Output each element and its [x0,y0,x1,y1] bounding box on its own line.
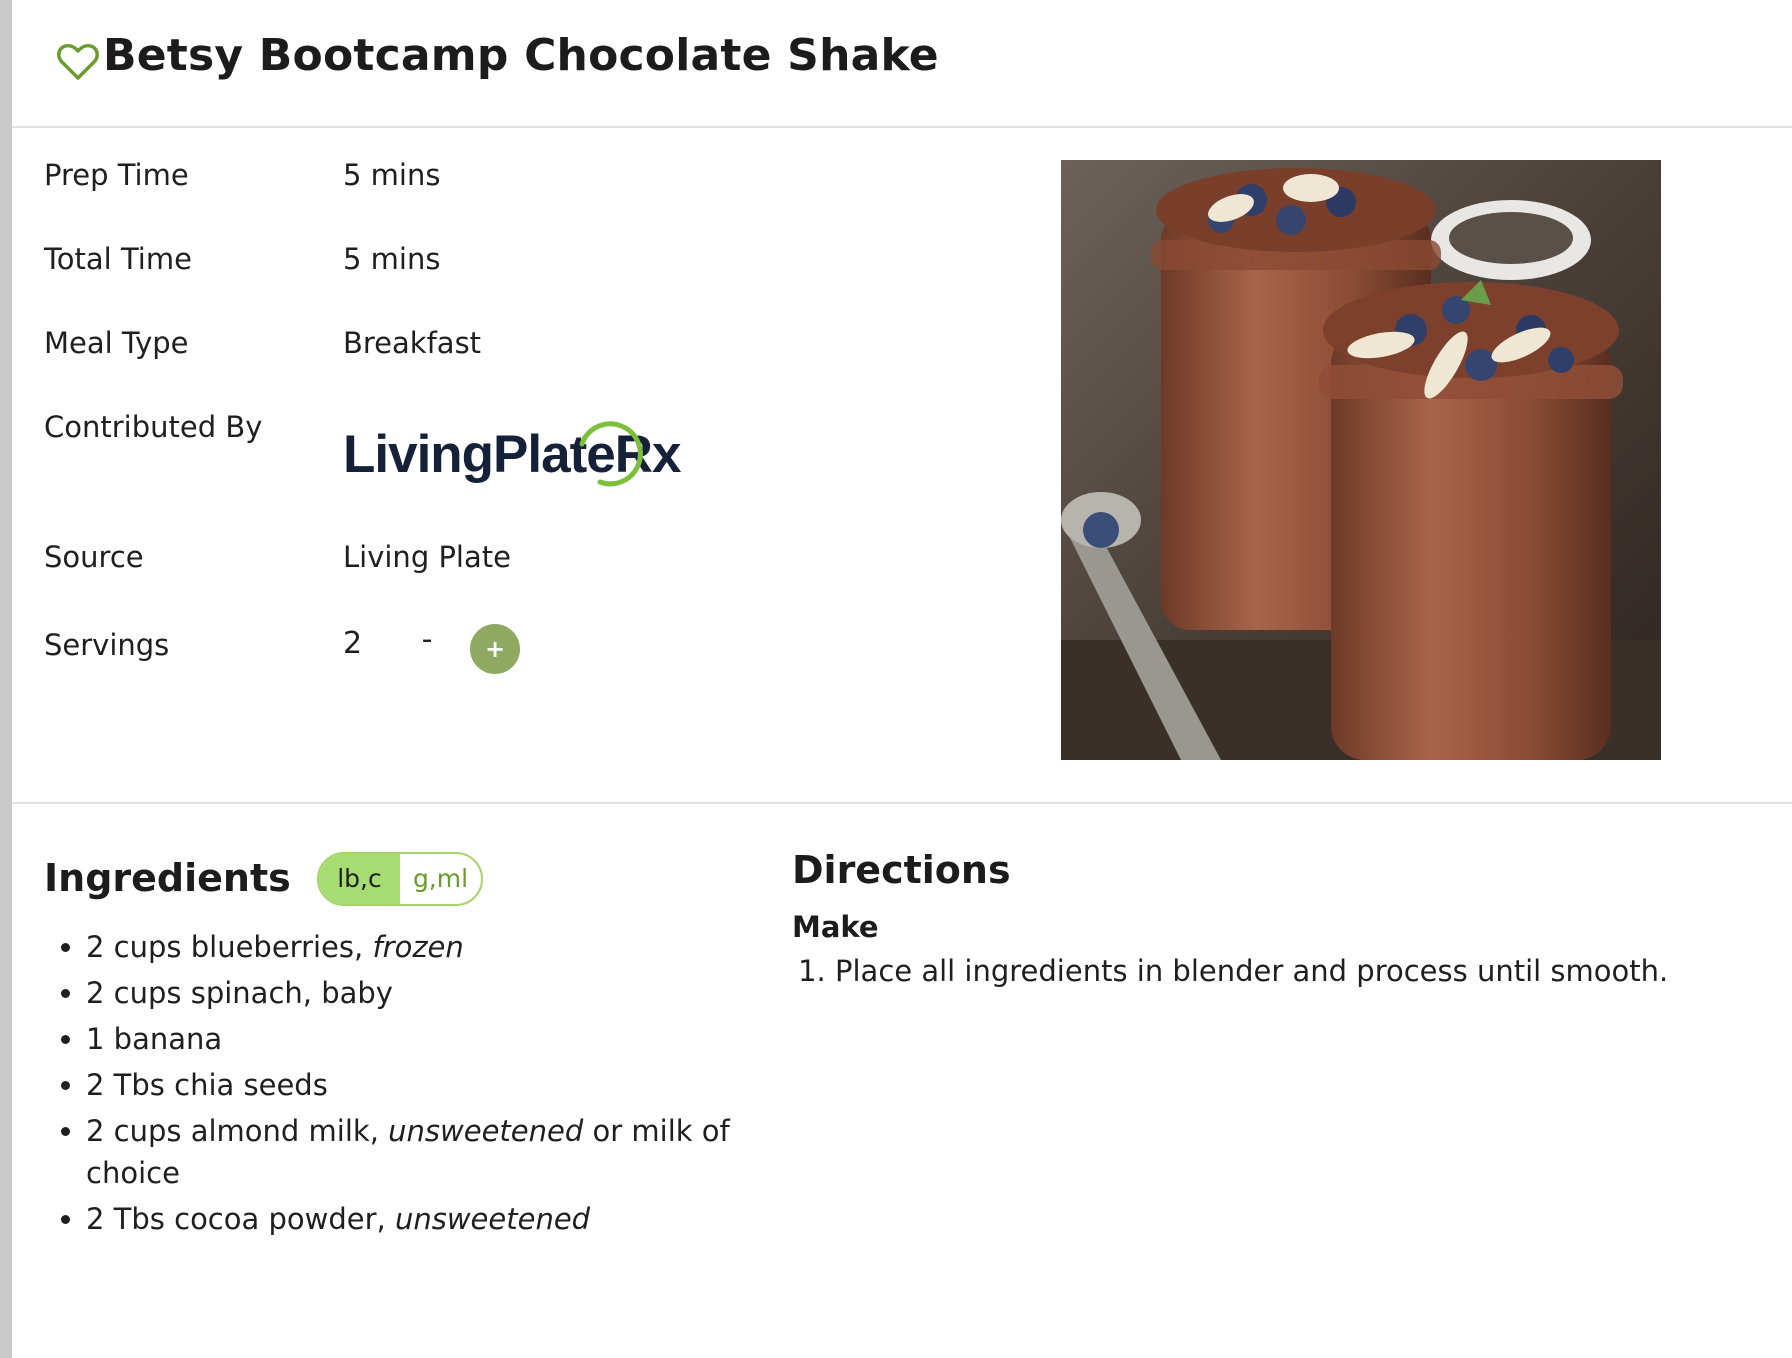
contributor-logo: LivingPlateRx [343,414,681,494]
unit-toggle: lb,c g,ml [317,852,483,906]
servings-value: 2 [343,626,363,661]
recipe-photo [1061,160,1661,760]
source-label: Source [44,540,144,574]
ingredient-item: 2 cups blueberries, frozen [86,926,786,968]
heart-outline-icon[interactable] [56,40,100,84]
unit-option-metric[interactable]: g,ml [400,854,481,904]
ingredient-item: 1 banana [86,1018,786,1060]
prep-time-label: Prep Time [44,158,189,192]
prep-time-value: 5 mins [343,158,441,192]
unit-option-imperial[interactable]: lb,c [319,854,400,904]
ingredients-list: 2 cups blueberries, frozen 2 cups spinac… [44,926,786,1244]
ingredient-item: 2 Tbs chia seeds [86,1064,786,1106]
directions-heading: Directions [792,848,1011,892]
ingredients-heading: Ingredients [44,856,291,900]
directions-subheading: Make [792,910,879,944]
recipe-header: Betsy Bootcamp Chocolate Shake [12,0,1792,128]
page-title: Betsy Bootcamp Chocolate Shake [103,30,939,81]
ingredient-item: 2 cups spinach, baby [86,972,786,1014]
recipe-details: Prep Time 5 mins Total Time 5 mins Meal … [12,128,1792,804]
meal-type-label: Meal Type [44,326,189,360]
servings-decrement-button[interactable]: - [412,618,442,662]
contributed-by-label: Contributed By [44,410,263,444]
servings-increment-button[interactable]: + [470,624,520,674]
direction-step: Place all ingredients in blender and pro… [835,950,1785,992]
directions-list: Place all ingredients in blender and pro… [792,950,1785,992]
source-value: Living Plate [343,540,511,574]
total-time-value: 5 mins [343,242,441,276]
total-time-label: Total Time [44,242,192,276]
ingredient-item: 2 cups almond milk, unsweetened or milk … [86,1110,786,1194]
meal-type-value: Breakfast [343,326,482,360]
logo-ring-icon [579,421,643,487]
left-rail [0,0,12,1358]
ingredient-item: 2 Tbs cocoa powder, unsweetened [86,1198,786,1240]
servings-label: Servings [44,628,170,662]
